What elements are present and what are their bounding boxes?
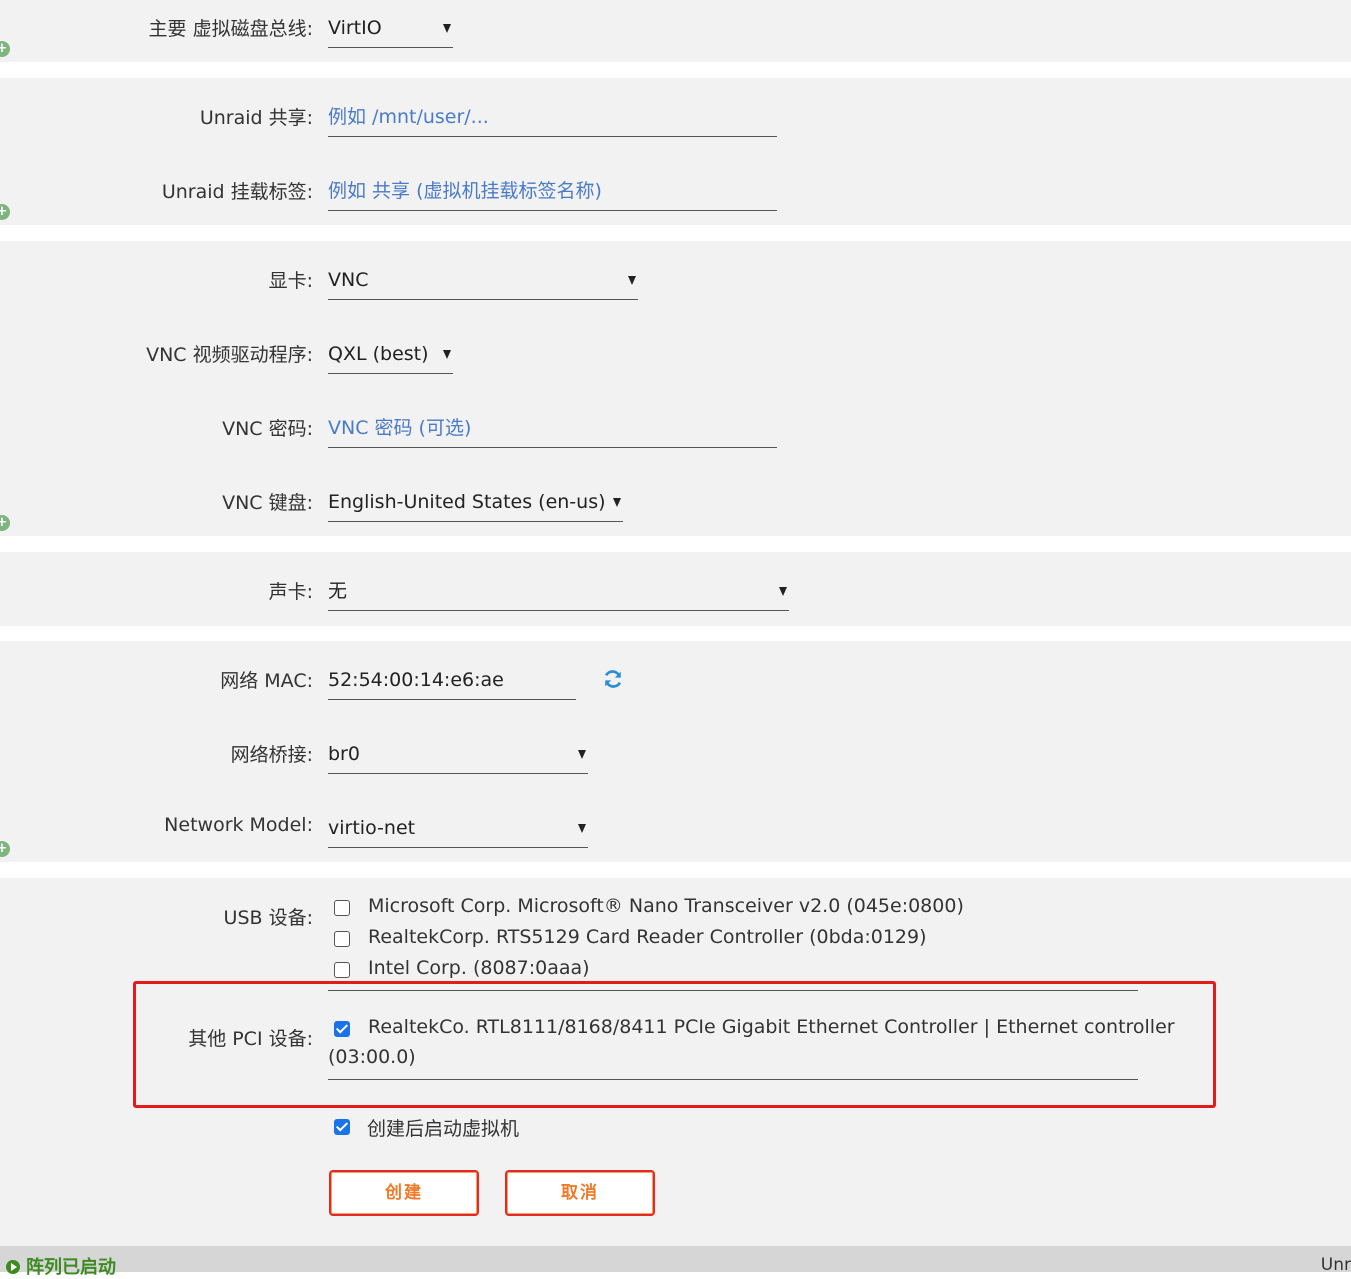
disk-bus-select[interactable]: VirtIO bbox=[328, 13, 453, 48]
highlight-box bbox=[133, 981, 1216, 1108]
gpu-value: VNC bbox=[328, 269, 369, 291]
usb-device-label: Microsoft Corp. Microsoft® Nano Transcei… bbox=[368, 895, 964, 917]
mac-input[interactable]: 52:54:00:14:e6:ae bbox=[328, 665, 576, 700]
start-after-create-checkbox[interactable] bbox=[334, 1119, 350, 1135]
chevron-down-icon bbox=[578, 824, 586, 833]
disk-bus-value: VirtIO bbox=[328, 17, 382, 39]
vnc-driver-value: QXL (best) bbox=[328, 343, 429, 365]
bridge-select[interactable]: br0 bbox=[328, 739, 588, 774]
vnc-driver-select[interactable]: QXL (best) bbox=[328, 339, 453, 374]
sound-value: 无 bbox=[328, 580, 348, 602]
usb-device-checkbox[interactable] bbox=[334, 900, 350, 916]
chevron-down-icon bbox=[443, 24, 451, 33]
network-model-select[interactable]: virtio-net bbox=[328, 813, 588, 848]
create-button[interactable]: 创建 bbox=[329, 1170, 479, 1216]
vnc-keyboard-label: VNC 键盘: bbox=[222, 492, 313, 514]
bridge-value: br0 bbox=[328, 743, 360, 765]
usb-label: USB 设备: bbox=[223, 907, 313, 929]
usb-device-label: Intel Corp. (8087:0aaa) bbox=[368, 957, 590, 979]
network-model-value: virtio-net bbox=[328, 817, 416, 839]
section-graphics bbox=[0, 241, 1351, 536]
mount-tag-label: Unraid 挂载标签: bbox=[161, 181, 313, 203]
vnc-driver-label: VNC 视频驱动程序: bbox=[146, 344, 313, 366]
vnc-password-placeholder: VNC 密码 (可选) bbox=[328, 417, 472, 439]
refresh-icon[interactable] bbox=[602, 668, 624, 690]
usb-device-checkbox[interactable] bbox=[334, 931, 350, 947]
chevron-down-icon bbox=[779, 587, 787, 596]
cancel-button[interactable]: 取消 bbox=[505, 1170, 655, 1216]
vnc-keyboard-value: English-United States (en-us) bbox=[328, 491, 606, 513]
chevron-down-icon bbox=[443, 350, 451, 359]
status-footer: 阵列已启动 Unr bbox=[0, 1246, 1351, 1278]
vnc-password-label: VNC 密码: bbox=[222, 418, 313, 440]
mac-value: 52:54:00:14:e6:ae bbox=[328, 669, 504, 691]
bridge-label: 网络桥接: bbox=[230, 744, 313, 766]
mount-tag-input[interactable]: 例如 共享 (虚拟机挂载标签名称) bbox=[328, 176, 777, 211]
unraid-share-label: Unraid 共享: bbox=[199, 107, 313, 129]
gpu-select[interactable]: VNC bbox=[328, 265, 638, 300]
usb-device-checkbox[interactable] bbox=[334, 962, 350, 978]
unraid-share-placeholder: 例如 /mnt/user/... bbox=[328, 106, 489, 128]
chevron-down-icon bbox=[613, 498, 621, 507]
start-after-create-label: 创建后启动虚拟机 bbox=[367, 1118, 520, 1140]
chevron-down-icon bbox=[628, 276, 636, 285]
mac-label: 网络 MAC: bbox=[220, 670, 313, 692]
sound-label: 声卡: bbox=[268, 581, 313, 603]
array-status: 阵列已启动 bbox=[6, 1253, 116, 1279]
array-status-text: 阵列已启动 bbox=[26, 1257, 116, 1278]
unraid-share-input[interactable]: 例如 /mnt/user/... bbox=[328, 102, 777, 137]
mount-tag-placeholder: 例如 共享 (虚拟机挂载标签名称) bbox=[328, 180, 602, 202]
vnc-password-input[interactable]: VNC 密码 (可选) bbox=[328, 413, 777, 448]
vnc-keyboard-select[interactable]: English-United States (en-us) bbox=[328, 487, 623, 522]
disk-bus-label: 主要 虚拟磁盘总线: bbox=[148, 18, 313, 40]
usb-device-label: RealtekCorp. RTS5129 Card Reader Control… bbox=[368, 926, 927, 948]
chevron-down-icon bbox=[578, 750, 586, 759]
network-model-label: Network Model: bbox=[164, 814, 313, 836]
footer-right-text: Unr bbox=[1320, 1255, 1351, 1275]
gpu-label: 显卡: bbox=[268, 270, 313, 292]
sound-select[interactable]: 无 bbox=[328, 576, 789, 611]
